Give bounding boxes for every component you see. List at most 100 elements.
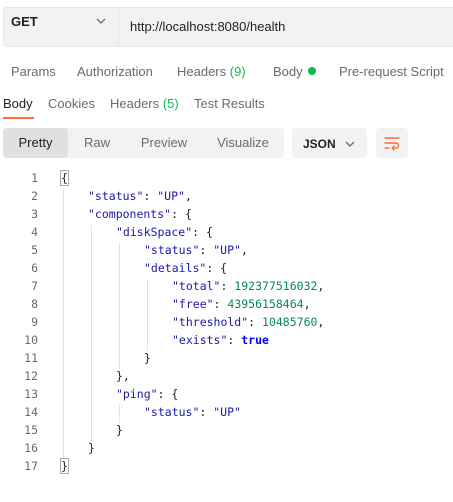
code-line: "diskSpace": {: [116, 225, 213, 239]
chevron-down-icon[interactable]: [96, 18, 106, 24]
dot-icon: [307, 67, 316, 75]
view-raw-button[interactable]: Raw: [68, 128, 126, 158]
code-line: }: [60, 458, 69, 474]
json-key: "threshold": [172, 315, 249, 329]
tab-headers-count: (9): [229, 64, 246, 79]
chevron-down-icon[interactable]: [345, 141, 355, 147]
json-value: true: [241, 333, 269, 347]
code-punctuation: },: [116, 369, 130, 383]
json-key: "diskSpace": [116, 225, 193, 239]
indent-guide: [119, 243, 120, 369]
json-key: "details": [144, 261, 207, 275]
code-line: }: [116, 423, 123, 437]
code-punctuation: ,: [184, 189, 192, 203]
json-key: "status": [144, 405, 200, 419]
line-number: 15: [24, 423, 38, 437]
code-punctuation: : {: [206, 261, 228, 275]
code-line: }: [88, 441, 95, 455]
json-value: "UP": [157, 189, 185, 203]
tab-headers-label: Headers: [177, 64, 227, 79]
code-line: }: [144, 351, 151, 365]
tab-body[interactable]: Body: [273, 64, 316, 79]
code-line: "details": {: [144, 261, 227, 275]
code-colon: :: [143, 189, 158, 203]
tab-authorization[interactable]: Authorization: [77, 64, 153, 79]
code-punctuation: }: [116, 423, 123, 437]
response-tab-headers-label: Headers: [110, 96, 160, 111]
code-line: {: [60, 170, 69, 186]
code-punctuation: ,: [240, 243, 248, 257]
response-tab-headers[interactable]: Headers (5): [110, 96, 179, 111]
json-value: "UP": [213, 243, 241, 257]
code-punctuation: : {: [192, 225, 213, 239]
active-tab-indicator: [3, 117, 34, 119]
code-punctuation: ,: [303, 297, 311, 311]
code-punctuation: ,: [317, 279, 325, 293]
code-colon: :: [248, 315, 263, 329]
tab-headers[interactable]: Headers (9): [177, 64, 246, 79]
json-key: "total": [172, 279, 221, 293]
code-punctuation: }: [144, 351, 151, 365]
code-punctuation: : {: [171, 207, 192, 221]
line-number: 4: [31, 225, 38, 239]
format-label: JSON: [303, 137, 336, 151]
line-number: 8: [31, 297, 38, 311]
code-line: "status": "UP",: [88, 189, 192, 203]
code-colon: :: [199, 405, 214, 419]
code-line: "status": "UP",: [144, 243, 248, 257]
json-value: "UP": [213, 405, 241, 419]
url-value: http://localhost:8080/health: [130, 19, 286, 34]
view-visualize-button[interactable]: Visualize: [202, 128, 284, 158]
code-punctuation: }: [88, 441, 95, 455]
wrap-lines-icon: [384, 137, 400, 151]
json-key: "status": [88, 189, 144, 203]
line-number: 2: [31, 189, 38, 203]
line-number: 11: [24, 351, 38, 365]
line-number: 13: [24, 387, 38, 401]
json-key: "components": [88, 207, 172, 221]
code-colon: :: [213, 297, 228, 311]
code-colon: :: [227, 333, 242, 347]
code-colon: :: [199, 243, 214, 257]
json-key: "status": [144, 243, 200, 257]
json-value: 192377516032: [234, 279, 318, 293]
json-key: "exists": [172, 333, 228, 347]
indent-guide: [91, 225, 92, 441]
indent-guide: [63, 189, 64, 459]
response-tab-headers-count: (5): [162, 96, 179, 111]
method-label: GET: [11, 14, 38, 29]
view-preview-button[interactable]: Preview: [126, 128, 202, 158]
matched-brace: {: [60, 170, 69, 186]
code-punctuation: : {: [157, 387, 179, 401]
line-number: 6: [31, 261, 38, 275]
code-line: "ping": {: [116, 387, 178, 401]
code-line: "threshold": 10485760,: [172, 315, 324, 329]
tab-prerequest-script[interactable]: Pre-request Script: [339, 64, 444, 79]
code-line: "free": 43956158464,: [172, 297, 311, 311]
line-number: 3: [31, 207, 38, 221]
code-punctuation: ,: [317, 315, 325, 329]
code-line: "total": 192377516032,: [172, 279, 324, 293]
matched-brace: }: [60, 458, 69, 474]
code-line: "status": "UP": [144, 405, 241, 419]
code-line: "exists": true: [172, 333, 269, 347]
line-number: 1: [31, 171, 38, 185]
response-tab-cookies[interactable]: Cookies: [48, 96, 95, 111]
response-tab-body[interactable]: Body: [3, 96, 33, 111]
view-pretty-button[interactable]: Pretty: [3, 128, 68, 158]
code-line: },: [116, 369, 130, 383]
json-key: "ping": [116, 387, 158, 401]
json-key: "free": [172, 297, 214, 311]
line-number: 7: [31, 279, 38, 293]
tab-params[interactable]: Params: [11, 64, 56, 79]
line-number: 17: [24, 459, 38, 473]
line-number: 14: [24, 405, 38, 419]
line-number: 12: [24, 369, 38, 383]
line-number: 10: [24, 333, 38, 347]
code-line: "components": {: [88, 207, 192, 221]
code-colon: :: [220, 279, 235, 293]
indent-guide: [147, 279, 148, 351]
line-number: 5: [31, 243, 38, 257]
response-tab-test-results[interactable]: Test Results: [194, 96, 265, 111]
indent-guide: [119, 405, 120, 423]
